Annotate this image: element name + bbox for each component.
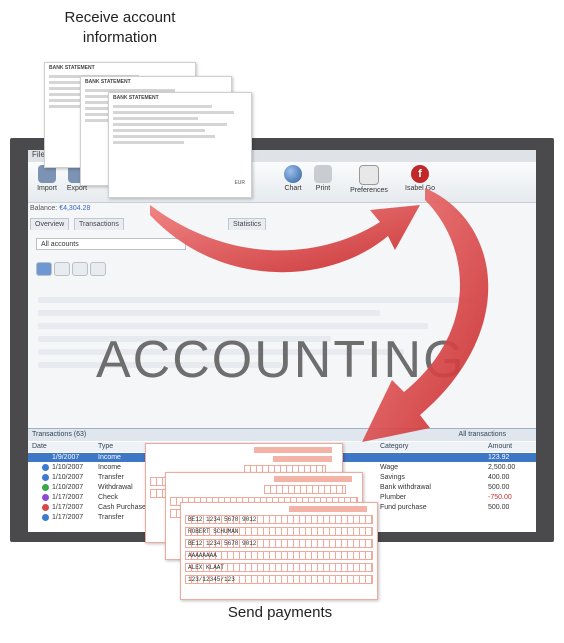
- arrow-to-isabel: [150, 205, 420, 273]
- flow-arrows: [150, 188, 489, 442]
